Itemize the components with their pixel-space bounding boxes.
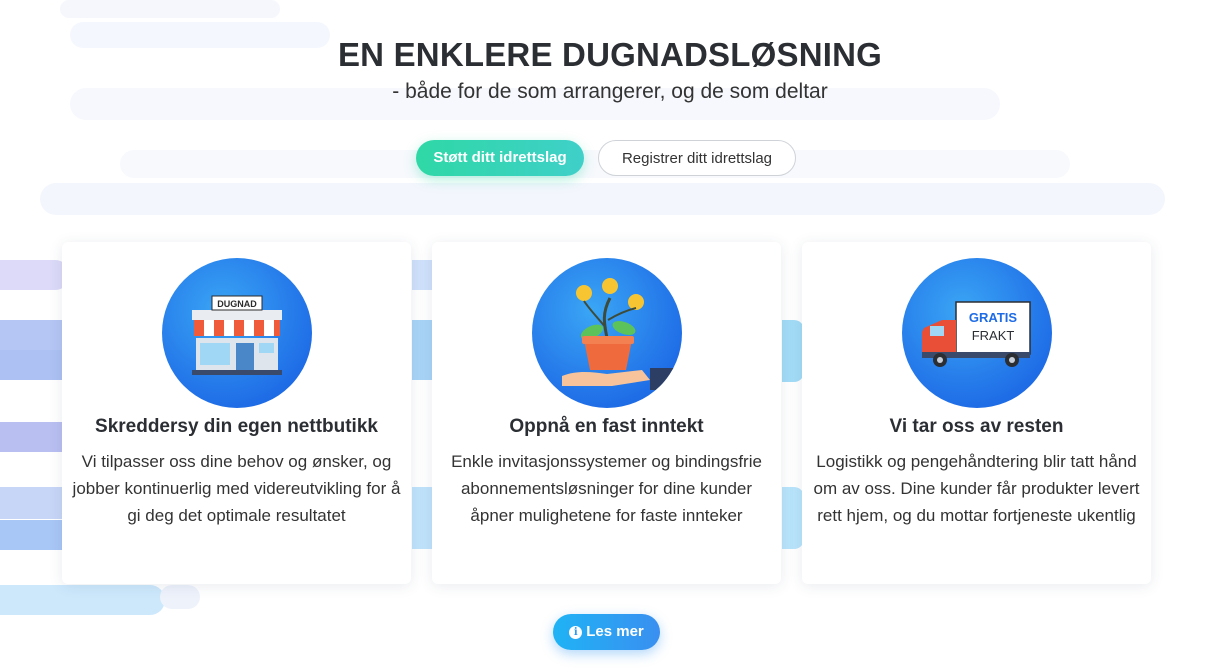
money-plant-icon <box>532 258 682 408</box>
card-title: Skreddersy din egen nettbutikk <box>95 416 378 437</box>
card-text: Enkle invitasjonssystemer og bindingsfri… <box>451 452 762 525</box>
bg-stripe <box>0 260 70 290</box>
bg-stripe <box>120 150 1070 178</box>
bg-stripe <box>0 520 70 550</box>
page-title: EN ENKLERE DUGNADSLØSNING <box>337 36 883 73</box>
read-more-button[interactable]: i Les mer <box>553 614 660 650</box>
info-icon: i <box>569 625 583 639</box>
bg-stripe <box>412 320 434 380</box>
feature-card-income: Oppnå en fast inntekt Enkle invitasjonss… <box>432 242 781 584</box>
register-team-button[interactable]: Registrer ditt idrettslag <box>598 140 796 176</box>
bg-stripe <box>40 183 1165 215</box>
bg-stripe <box>0 320 70 350</box>
bg-stripe <box>0 487 70 519</box>
truck-text-gratis: GRATIS <box>969 310 1017 325</box>
bg-stripe <box>160 585 200 609</box>
bg-stripe <box>0 585 165 615</box>
shop-sign-text: DUGNAD <box>217 299 257 309</box>
bg-stripe <box>0 422 70 452</box>
card-text: Logistikk og pengehåndtering blir tatt h… <box>813 452 1140 525</box>
truck-text-frakt: FRAKT <box>972 328 1015 343</box>
bg-stripe <box>782 487 804 549</box>
shop-icon: DUGNAD <box>162 258 312 408</box>
card-title: Oppnå en fast inntekt <box>509 416 704 437</box>
bg-stripe <box>0 350 70 380</box>
read-more-label: Les mer <box>586 623 644 640</box>
support-team-button[interactable]: Støtt ditt idrettslag <box>416 140 584 176</box>
feature-card-webshop: DUGNAD Skreddersy din egen nettbutikk Vi… <box>62 242 411 584</box>
card-title: Vi tar oss av resten <box>889 416 1064 437</box>
bg-stripe <box>412 260 434 290</box>
bg-stripe <box>412 487 434 549</box>
bg-stripe <box>60 0 280 18</box>
bg-stripe <box>782 320 804 382</box>
card-text: Vi tilpasser oss dine behov og ønsker, o… <box>72 452 401 525</box>
feature-card-logistics: GRATIS FRAKT Vi tar oss av resten Logist… <box>802 242 1151 584</box>
page-subtitle: - både for de som arrangerer, og de som … <box>392 80 828 103</box>
delivery-truck-icon: GRATIS FRAKT <box>902 258 1052 408</box>
